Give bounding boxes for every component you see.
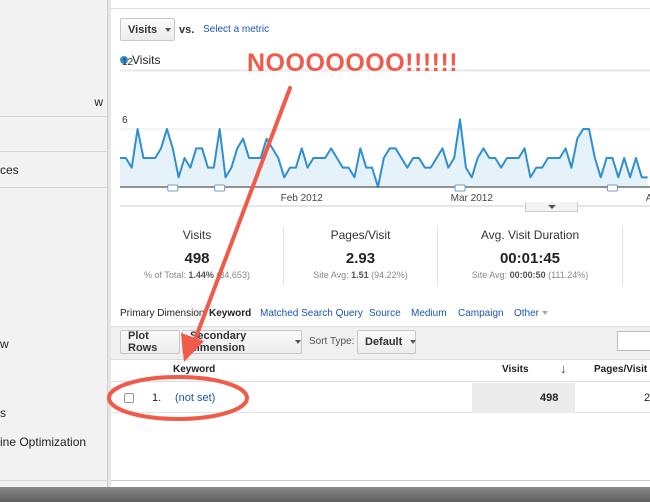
metric-value: 2.93 (345, 250, 376, 267)
sub-value: 00:00:50 (509, 270, 546, 280)
visits-cell: 498 (540, 392, 559, 404)
x-tick-label: Mar 2012 (451, 193, 494, 204)
tab-medium[interactable]: Medium (411, 308, 447, 319)
metric-sub: Site Avg: 1.51 (94.22%) (284, 270, 437, 280)
annotation-marker-icon[interactable] (606, 184, 618, 192)
tab-source[interactable]: Source (369, 308, 401, 319)
chevron-down-icon (295, 340, 301, 344)
tab-campaign[interactable]: Campaign (458, 308, 504, 319)
annotation-text: NOOOOOOO!!!!!! (247, 49, 459, 77)
annotation-marker-icon[interactable] (454, 184, 466, 192)
metric-pages-visit: Pages/Visit 2.93 Site Avg: 1.51 (94.22%) (284, 228, 437, 280)
table-search-input[interactable] (617, 331, 650, 351)
dropdown-label: Secondary dimension (190, 330, 247, 354)
sub-extra: (94.22%) (368, 270, 408, 280)
divider (111, 480, 650, 481)
column-header-pages-visit[interactable]: Pages/Visit (594, 364, 647, 375)
sidebar-item[interactable]: ine Optimization (0, 435, 86, 449)
sidebar-item[interactable]: s (0, 406, 6, 420)
y-tick-label: 6 (122, 115, 128, 126)
y-tick-label: 12 (122, 57, 134, 68)
visits-chart: 6 12 Feb 2012 Mar 2012 Apr (119, 57, 650, 207)
chevron-down-icon (542, 311, 549, 316)
pages-visit-cell: 2 (644, 392, 650, 404)
bottom-bar (0, 487, 650, 502)
chart-resize-handle[interactable] (525, 202, 578, 212)
sub-extra: (111.24%) (545, 270, 589, 280)
sub-extra: (34,653) (213, 270, 250, 280)
row-checkbox[interactable] (124, 393, 134, 403)
metric-value: 498 (184, 250, 210, 267)
sort-type-dropdown[interactable]: Default (357, 330, 417, 354)
x-tick-label: Feb 2012 (281, 193, 324, 204)
sub-label: Site Avg: (313, 270, 352, 280)
x-tick-label: Apr (646, 193, 650, 204)
metric-visits: Visits 498 % of Total: 1.44% (34,653) (112, 228, 282, 280)
tab-keyword[interactable]: Keyword (208, 308, 253, 319)
metric-sub: % of Total: 1.44% (34,653) (112, 270, 282, 280)
sub-value: 1.44% (188, 270, 214, 280)
metric-value: 00:01:45 (499, 250, 561, 267)
secondary-dimension-dropdown[interactable]: Secondary dimension (182, 330, 302, 354)
primary-dimension-label: Primary Dimension: (120, 308, 208, 319)
keyword-link[interactable]: (not set) (175, 392, 215, 404)
column-header-visits[interactable]: Visits (502, 364, 529, 375)
annotation-marker-icon[interactable] (167, 184, 179, 192)
annotation-marker-icon[interactable] (214, 184, 226, 192)
metric-label: Avg. Visit Duration (480, 228, 580, 242)
tab-label: Other (514, 308, 540, 319)
dropdown-label: Default (365, 336, 403, 348)
plot-rows-button[interactable]: Plot Rows (120, 330, 180, 354)
column-header-keyword[interactable]: Keyword (173, 364, 215, 375)
metric-avg-duration: Avg. Visit Duration 00:01:45 Site Avg: 0… (438, 228, 622, 280)
row-index: 1. (152, 392, 162, 404)
sort-type-label: Sort Type: (309, 336, 355, 347)
metric-label: Visits (182, 228, 212, 242)
sub-value: 1.51 (351, 270, 369, 280)
sub-label: % of Total: (144, 270, 189, 280)
metric-label: Pages/Visit (330, 228, 391, 242)
sort-arrow-icon[interactable]: ↓ (560, 361, 567, 376)
sorted-column-cell (472, 383, 575, 413)
tab-other[interactable]: Other (514, 308, 549, 319)
metric-sub: Site Avg: 00:00:50 (111.24%) (438, 270, 622, 280)
divider (622, 226, 623, 286)
sub-label: Site Avg: (471, 270, 510, 280)
tab-matched-search-query[interactable]: Matched Search Query (260, 308, 363, 319)
chevron-down-icon (547, 205, 556, 209)
chevron-down-icon (410, 340, 417, 344)
divider (0, 480, 107, 481)
sidebar-item[interactable]: w (0, 337, 9, 351)
